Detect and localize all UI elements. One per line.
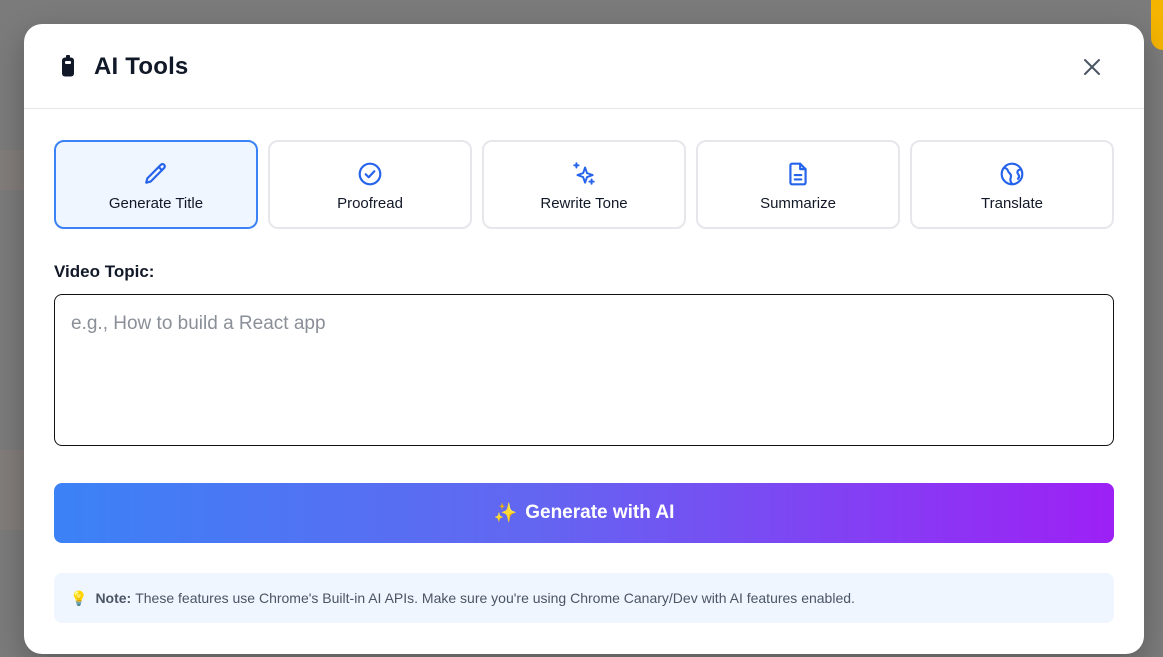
ai-tools-modal: AI Tools Generate Title Proofread Rewrit… — [24, 24, 1144, 654]
close-button[interactable] — [1080, 55, 1104, 79]
video-topic-input[interactable] — [54, 294, 1114, 446]
tab-label: Summarize — [760, 195, 836, 212]
tab-summarize[interactable]: Summarize — [696, 140, 900, 229]
lightbulb-icon: 💡 — [70, 589, 88, 606]
tab-label: Translate — [981, 195, 1043, 212]
tab-translate[interactable]: Translate — [910, 140, 1114, 229]
note-banner: 💡 Note: These features use Chrome's Buil… — [54, 573, 1114, 623]
check-circle-icon — [358, 162, 382, 186]
tab-label: Proofread — [337, 195, 403, 212]
generate-with-ai-button[interactable]: ✨ Generate with AI — [54, 483, 1114, 543]
tab-generate-title[interactable]: Generate Title — [54, 140, 258, 229]
close-icon — [1084, 59, 1100, 75]
tab-label: Generate Title — [108, 195, 204, 212]
video-topic-label: Video Topic: — [54, 262, 155, 281]
backdrop-strip — [0, 150, 24, 190]
tool-tabs: Generate Title Proofread Rewrite Tone Su… — [54, 140, 1114, 229]
tab-proofread[interactable]: Proofread — [268, 140, 472, 229]
tab-rewrite-tone[interactable]: Rewrite Tone — [482, 140, 686, 229]
backdrop-strip — [0, 450, 24, 530]
sparkles-emoji-icon: ✨ — [493, 503, 518, 524]
backdrop-accent — [1151, 0, 1163, 50]
generate-button-label: Generate with AI — [525, 502, 675, 523]
globe-icon — [1000, 162, 1024, 186]
pencil-icon — [145, 163, 166, 184]
tab-label: Rewrite Tone — [540, 195, 628, 212]
modal-header: AI Tools — [24, 24, 1144, 109]
sparkles-icon — [573, 162, 595, 185]
modal-title: AI Tools — [94, 53, 189, 80]
battery-icon — [62, 55, 74, 77]
note-label: Note: — [95, 590, 132, 606]
document-icon — [789, 162, 807, 186]
note-text: These features use Chrome's Built-in AI … — [135, 590, 855, 606]
